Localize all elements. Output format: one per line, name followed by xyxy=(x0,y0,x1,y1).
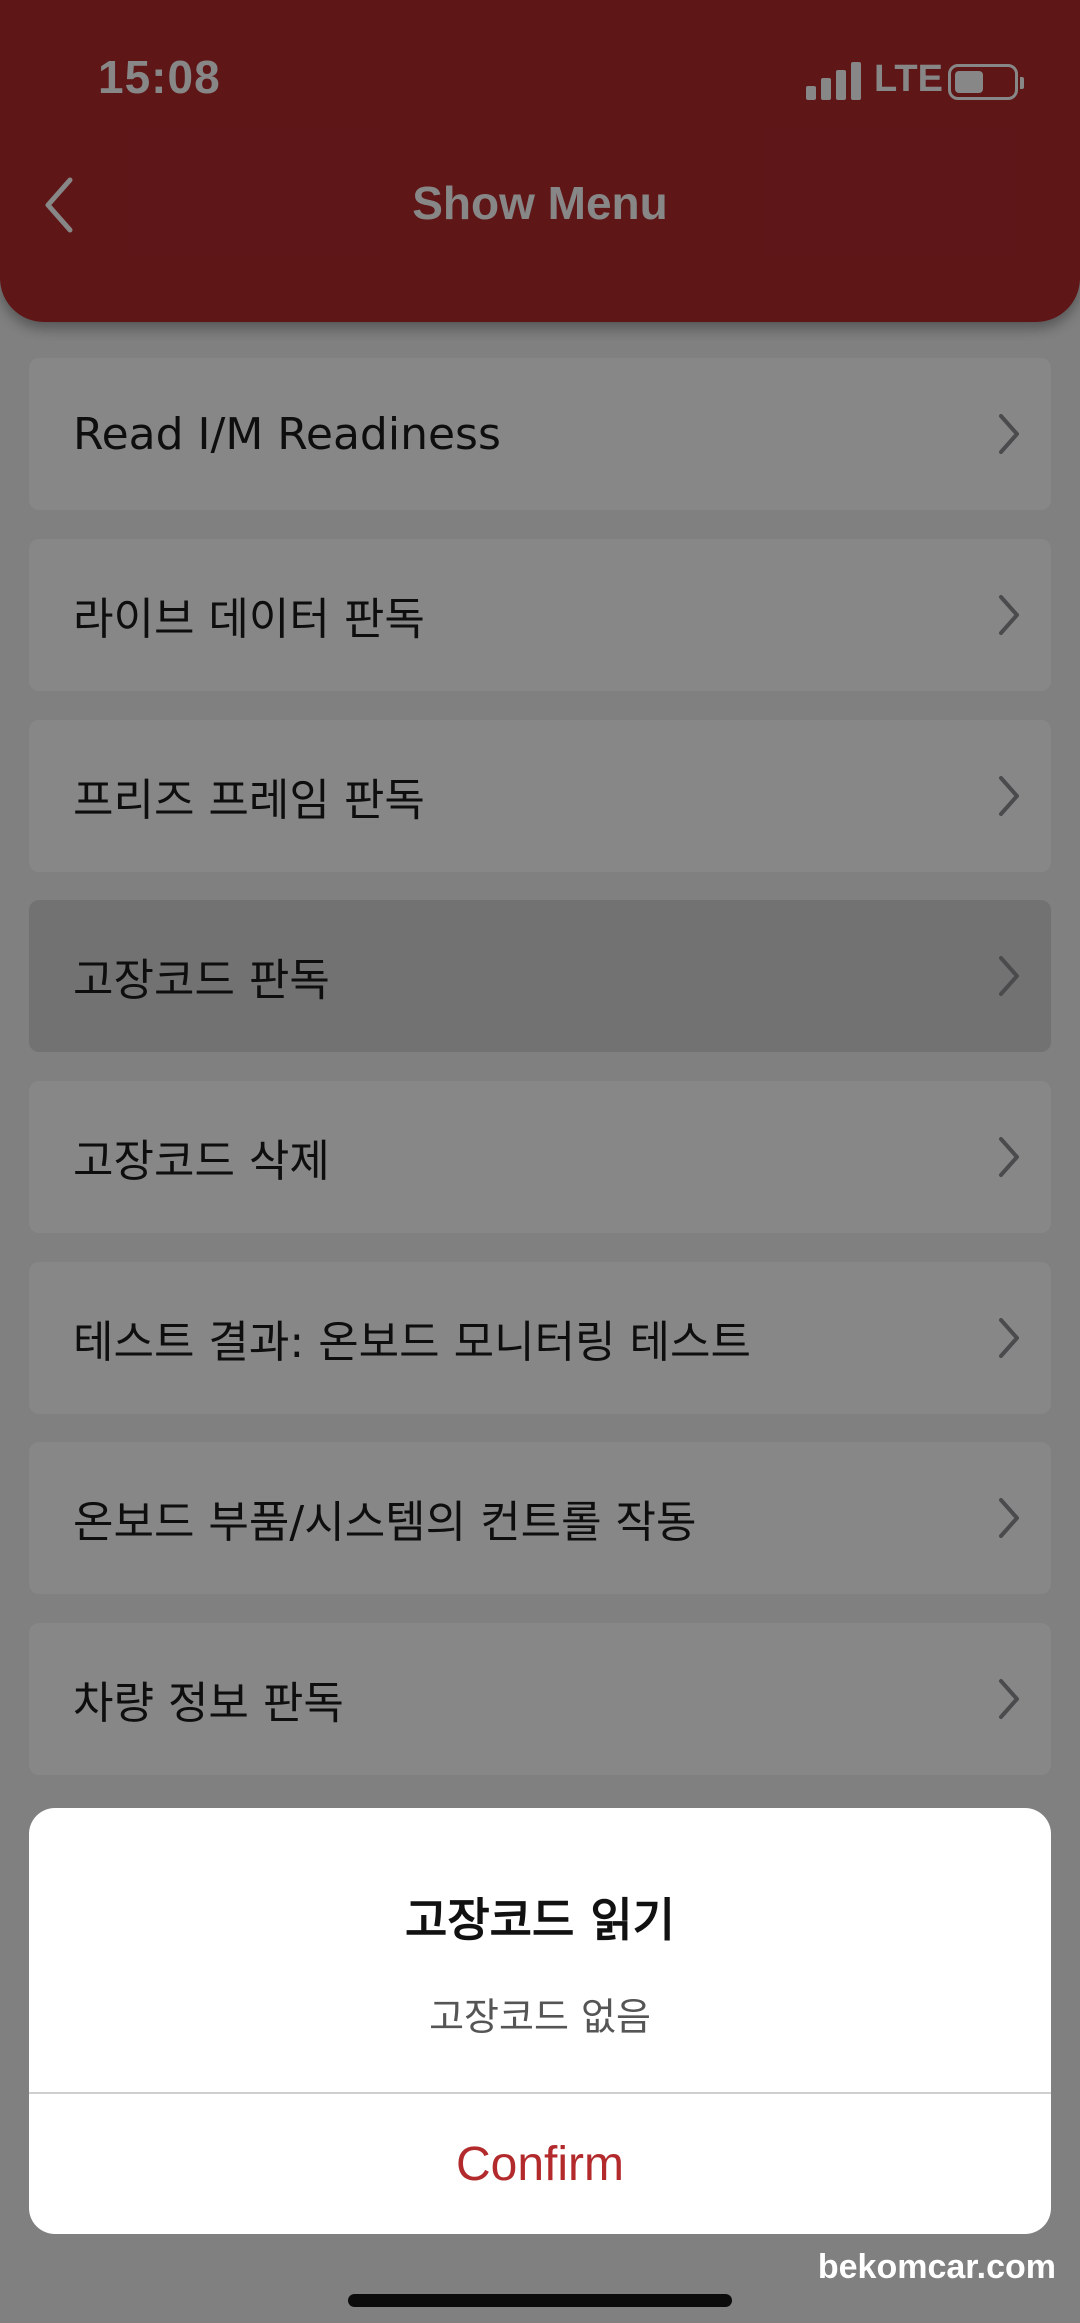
dialog-title: 고장코드 읽기 xyxy=(405,1893,675,1947)
alert-dialog: 고장코드 읽기 고장코드 없음 Confirm xyxy=(29,1808,1051,2234)
watermark-text: bekomcar.com xyxy=(817,2248,1056,2286)
home-indicator[interactable] xyxy=(348,2294,732,2307)
dialog-message: 고장코드 없음 xyxy=(429,1995,651,2039)
confirm-button[interactable]: Confirm xyxy=(29,2094,1051,2234)
